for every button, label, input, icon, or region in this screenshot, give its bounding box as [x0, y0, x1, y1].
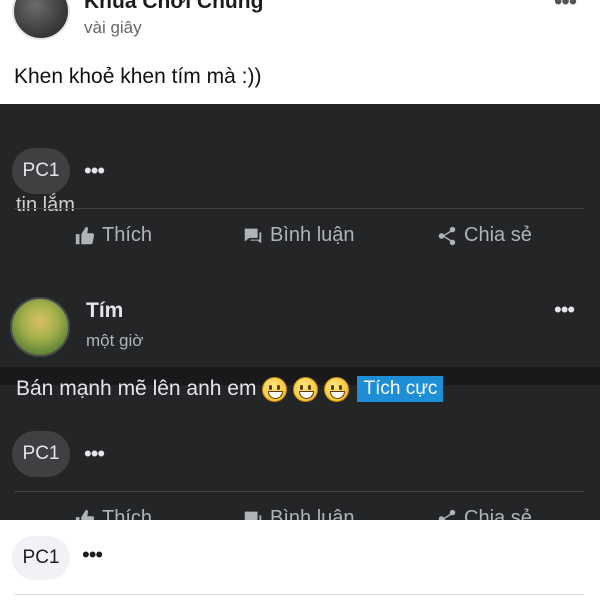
commenter-avatar[interactable]: PC1	[12, 148, 70, 194]
feed-screen: Khùa Chơi Chung vài giây ••• Khen khoẻ k…	[0, 0, 600, 600]
post-time[interactable]: một giờ	[86, 331, 143, 351]
commenter-avatar[interactable]: PC1	[12, 536, 70, 580]
comment-label: Bình luận	[270, 224, 355, 246]
post-time[interactable]: vài giây	[84, 18, 142, 38]
post-text-truncated: tin lắm	[16, 194, 75, 216]
more-options-icon[interactable]: •••	[554, 297, 575, 323]
author-name[interactable]: Tím	[86, 299, 123, 323]
more-options-icon[interactable]: •••	[82, 542, 103, 568]
share-label: Chia sẻ	[464, 224, 532, 246]
avatar[interactable]	[12, 0, 70, 40]
like-label: Thích	[102, 224, 153, 246]
like-button[interactable]: Thích	[74, 224, 152, 247]
grinning-face-icon	[262, 376, 288, 402]
comment-icon	[244, 228, 262, 243]
share-button[interactable]: Chia sẻ	[436, 224, 532, 247]
post-text: Bán mạnh mẽ lên anh em Tích cực	[16, 376, 444, 402]
post-text-content: Bán mạnh mẽ lên anh em	[16, 377, 257, 400]
author-name[interactable]: Khùa Chơi Chung	[84, 0, 263, 14]
commenter-avatar[interactable]: PC1	[12, 431, 70, 477]
comment-button[interactable]: Bình luận	[242, 224, 355, 247]
post-header-top: Khùa Chơi Chung vài giây ••• Khen khoẻ k…	[0, 0, 600, 104]
divider	[14, 208, 584, 209]
more-options-icon[interactable]: •••	[84, 158, 105, 184]
more-options-icon[interactable]: •••	[554, 0, 577, 16]
divider	[14, 594, 584, 595]
more-options-icon[interactable]: •••	[84, 441, 105, 467]
sentiment-tag: Tích cực	[357, 376, 444, 402]
grinning-face-icon	[293, 376, 319, 402]
grinning-face-icon	[324, 376, 350, 402]
post-text: Khen khoẻ khen tím mà :))	[14, 65, 262, 88]
avatar[interactable]	[10, 297, 70, 357]
thumbs-up-icon	[75, 226, 95, 244]
share-icon	[438, 226, 456, 245]
divider	[14, 491, 584, 492]
